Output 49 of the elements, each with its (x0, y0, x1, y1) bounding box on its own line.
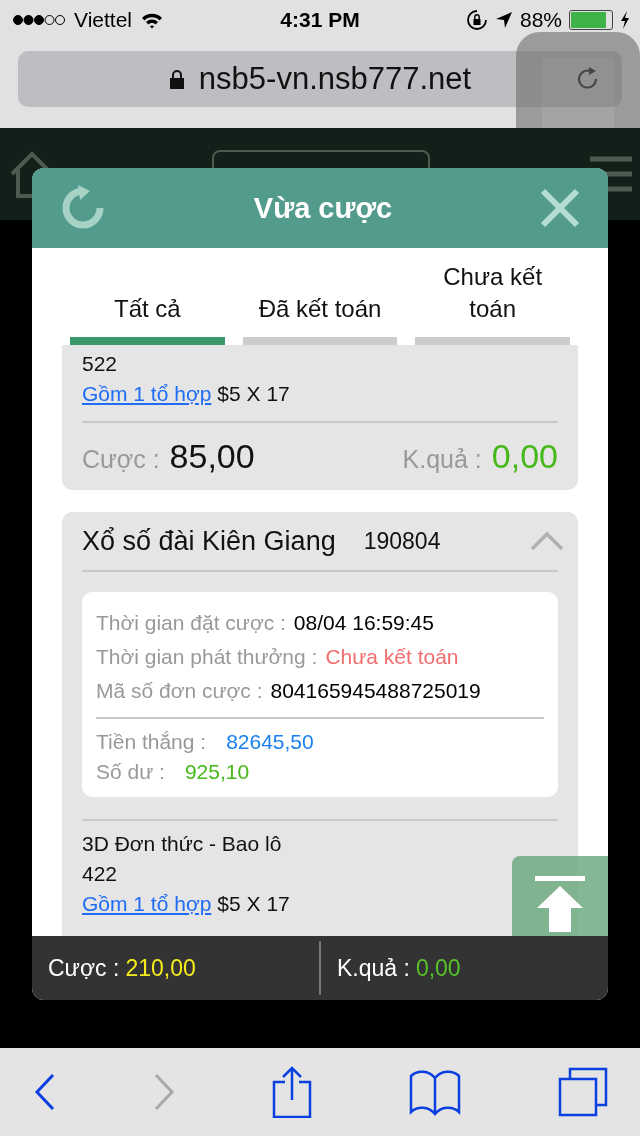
result-amount: 0,00 (491, 437, 558, 476)
detail-label: Thời gian phát thưởng : (96, 644, 318, 670)
scroll-top-button[interactable] (512, 856, 608, 936)
bet-type: 3D Đơn thức - Bao lô (82, 831, 283, 857)
draw-code: 190804 (363, 527, 441, 555)
book-icon[interactable] (409, 1068, 461, 1116)
detail-value: Chưa kết toán (325, 644, 459, 670)
stake-text: $5 X 17 (217, 381, 290, 407)
bet-amount: 85,00 (169, 437, 255, 476)
amount-value: 925,10 (184, 759, 250, 785)
chevron-icon[interactable] (530, 531, 564, 551)
back-icon[interactable] (34, 1073, 56, 1111)
result-label: K.quả : (402, 445, 482, 474)
bet-total-value: 210,00 (125, 954, 196, 982)
clock-time: 4:31 PM (280, 8, 360, 32)
url-text: nsb5-vn.nsb777.net (198, 61, 472, 97)
location-icon (494, 11, 513, 29)
detail-value: 804165945488725019 (270, 678, 481, 704)
upload-arrow-icon (535, 876, 585, 932)
refresh-icon[interactable] (60, 185, 106, 231)
bet-label: Cược : (82, 445, 160, 474)
combination-link[interactable]: Gồm 1 tổ hợp (82, 379, 212, 409)
address-bar[interactable]: nsb5-vn.nsb777.net (18, 51, 622, 107)
share-icon[interactable] (272, 1066, 312, 1118)
detail-value: 08/04 16:59:45 (293, 610, 434, 636)
bet-total-label: Cược : (48, 954, 120, 982)
detail-label: Mã số đơn cược : (96, 678, 263, 704)
signal-icon (12, 14, 66, 26)
tabs-icon[interactable] (558, 1067, 608, 1117)
lottery-title: Xổ số đài Kiên Giang (82, 525, 336, 557)
amount-label: Số dư : (96, 759, 165, 785)
stake-text: $5 X 17 (217, 891, 290, 917)
combination-link[interactable]: Gồm 1 tổ hợp (82, 889, 212, 919)
bet-number: 522 (82, 351, 119, 377)
carrier-name: Viettel (74, 8, 132, 32)
dialog-title: Vừa cược (253, 191, 393, 225)
result-total-label: K.quả : (337, 954, 410, 982)
rotation-lock-icon (465, 9, 488, 31)
bet-number: 422 (82, 861, 119, 887)
wifi-icon (140, 11, 164, 29)
lock-icon (168, 69, 185, 89)
amount-label: Tiền thắng : (96, 729, 207, 755)
charging-icon (620, 11, 630, 29)
detail-label: Thời gian đặt cược : (96, 610, 286, 636)
amount-value: 82645,50 (226, 729, 314, 755)
battery-percent: 88% (519, 8, 562, 32)
result-total-value: 0,00 (415, 954, 461, 982)
close-icon[interactable] (540, 188, 580, 228)
battery-icon (569, 10, 613, 30)
